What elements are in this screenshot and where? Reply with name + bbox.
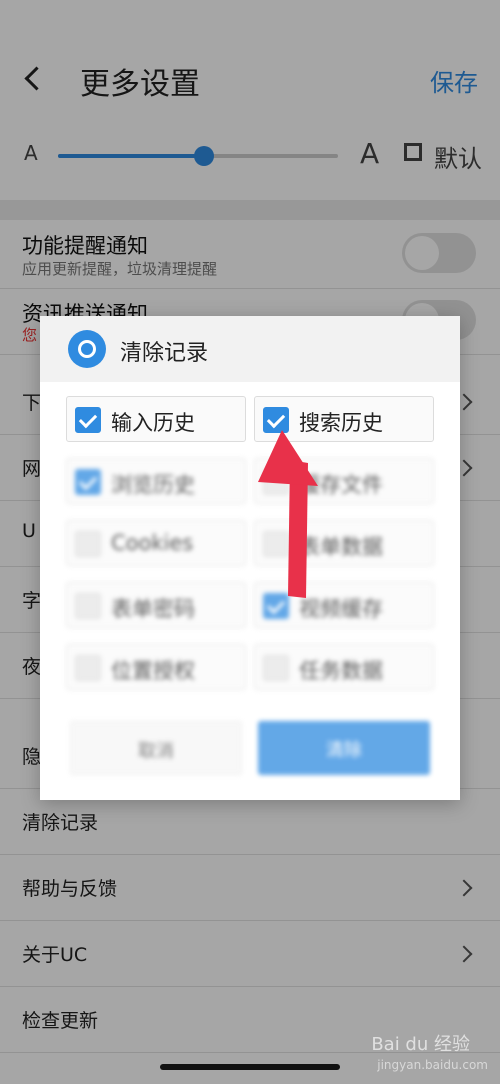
option-label: Cookies bbox=[111, 531, 194, 555]
option-cache-files[interactable]: 缓存文件 bbox=[254, 458, 434, 504]
checkbox[interactable] bbox=[263, 531, 289, 557]
option-form-data[interactable]: 表单数据 bbox=[254, 520, 434, 566]
clear-button[interactable]: 清除 bbox=[258, 721, 430, 775]
checkbox[interactable] bbox=[75, 531, 101, 557]
cancel-button[interactable]: 取消 bbox=[70, 721, 242, 775]
option-form-passwords[interactable]: 表单密码 bbox=[66, 582, 246, 628]
option-label: 位置授权 bbox=[111, 659, 195, 683]
baidu-watermark: Bai du 经验 bbox=[371, 1034, 470, 1055]
checkbox[interactable] bbox=[75, 593, 101, 619]
option-task-data[interactable]: 任务数据 bbox=[254, 644, 434, 690]
option-search-history[interactable]: 搜索历史 bbox=[254, 396, 434, 442]
checkbox[interactable] bbox=[263, 593, 289, 619]
option-label: 输入历史 bbox=[111, 411, 195, 435]
checkbox[interactable] bbox=[263, 407, 289, 433]
gear-icon bbox=[68, 330, 106, 368]
option-label: 搜索历史 bbox=[299, 411, 383, 435]
clear-records-dialog: 清除记录 输入历史 搜索历史 浏览历史 缓存文件 Cookies 表单数据 表单… bbox=[40, 316, 460, 800]
option-label: 任务数据 bbox=[299, 659, 383, 683]
option-label: 视频缓存 bbox=[299, 597, 383, 621]
dialog-header: 清除记录 bbox=[40, 316, 460, 382]
dialog-title: 清除记录 bbox=[120, 341, 209, 366]
checkbox[interactable] bbox=[75, 469, 101, 495]
checkbox[interactable] bbox=[263, 655, 289, 681]
option-input-history[interactable]: 输入历史 bbox=[66, 396, 246, 442]
option-label: 表单密码 bbox=[111, 597, 195, 621]
option-label: 表单数据 bbox=[299, 535, 383, 559]
option-label: 缓存文件 bbox=[299, 473, 383, 497]
clear-label: 清除 bbox=[326, 740, 362, 761]
checkbox[interactable] bbox=[75, 407, 101, 433]
checkbox[interactable] bbox=[75, 655, 101, 681]
option-video-cache[interactable]: 视频缓存 bbox=[254, 582, 434, 628]
watermark-url: jingyan.baidu.com bbox=[377, 1058, 488, 1072]
home-indicator[interactable] bbox=[160, 1064, 340, 1070]
option-location-auth[interactable]: 位置授权 bbox=[66, 644, 246, 690]
option-cookies[interactable]: Cookies bbox=[66, 520, 246, 566]
option-browse-history[interactable]: 浏览历史 bbox=[66, 458, 246, 504]
option-label: 浏览历史 bbox=[111, 473, 195, 497]
cancel-label: 取消 bbox=[138, 741, 174, 762]
checkbox[interactable] bbox=[263, 469, 289, 495]
